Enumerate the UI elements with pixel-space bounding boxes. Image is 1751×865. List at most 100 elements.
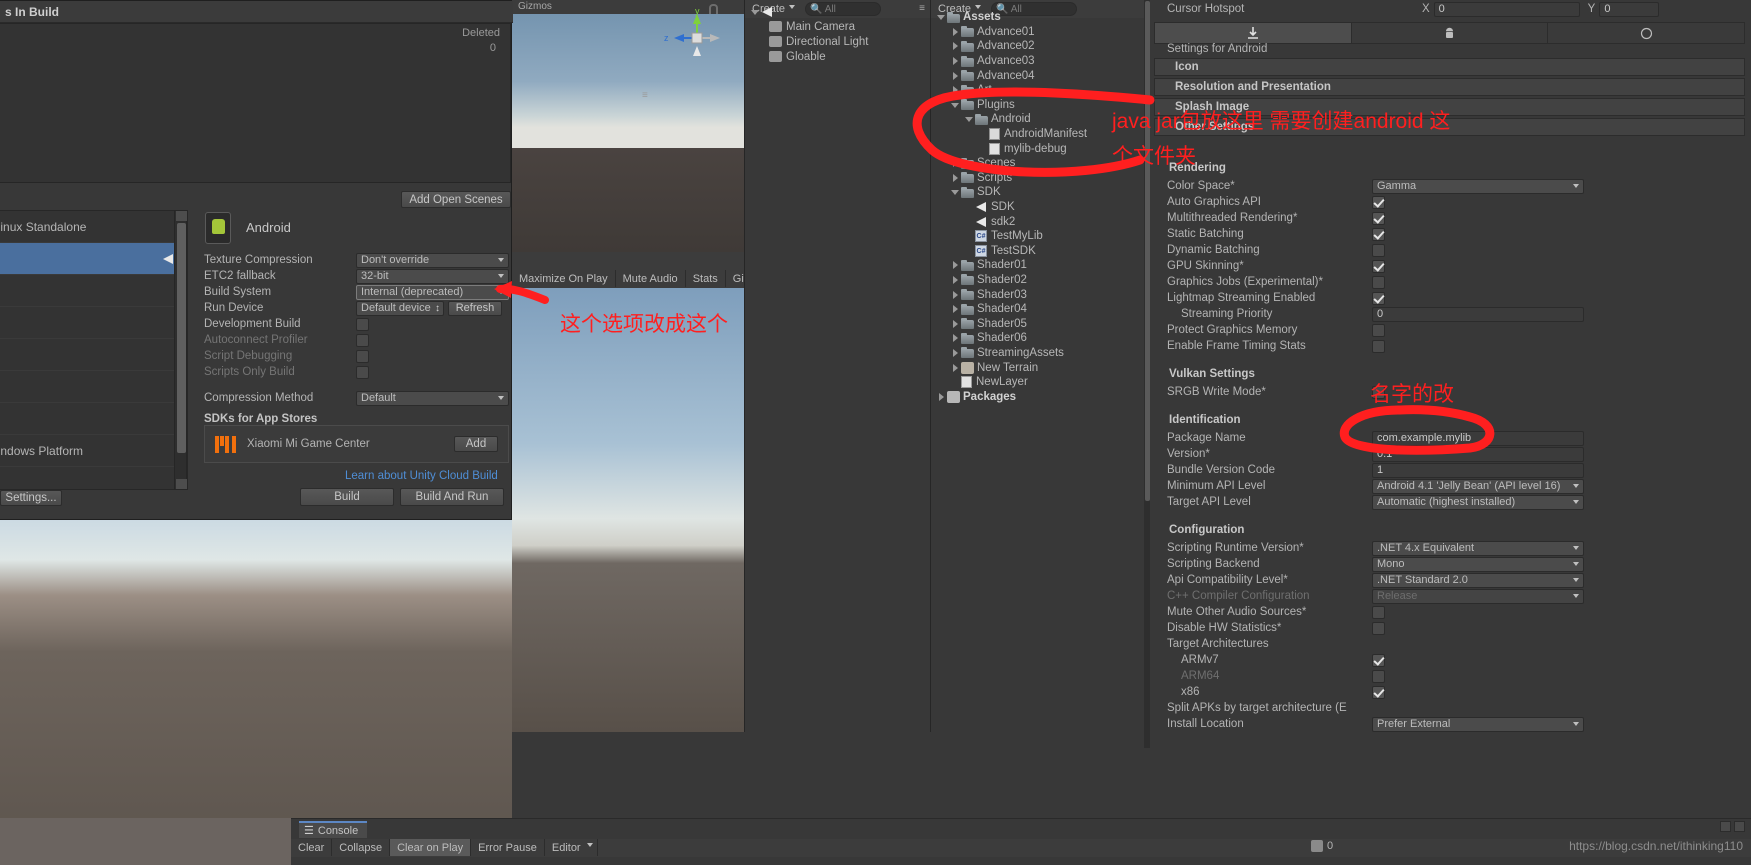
inspector-dropdown[interactable]: Automatic (highest installed) [1372,494,1584,510]
project-tree-item[interactable]: Scripts [933,171,1145,186]
inspector-text-input[interactable]: 0.1 [1372,446,1584,462]
scripts-only-build-checkbox[interactable] [356,365,369,379]
project-tree-item[interactable]: Shader05 [933,316,1145,331]
chevron-right-icon[interactable] [951,56,961,66]
project-tree-item[interactable]: SDK [933,200,1145,215]
game-maximize-on-play-button[interactable]: Maximize On Play [512,270,616,287]
game-view-tabbar[interactable] [512,252,744,270]
platform-tab-standalone[interactable] [1155,23,1352,43]
inspector-checkbox[interactable] [1372,275,1385,289]
scrollbar-thumb[interactable] [177,223,186,453]
texture-compression-dropdown[interactable]: Don't override [356,252,509,268]
platform-item-tvos[interactable]: vOS [0,339,187,371]
inspector-checkbox[interactable] [1372,669,1385,683]
lock-icon[interactable] [709,4,718,14]
hierarchy-search-input[interactable]: 🔍 All [805,2,882,16]
window-buttons[interactable] [1720,821,1745,832]
chevron-right-icon[interactable] [951,363,961,373]
game-view-toolbar[interactable]: Maximize On Play Mute Audio Stats Gizmos [512,270,786,288]
project-tree-item[interactable]: New Terrain [933,360,1145,375]
project-tree[interactable]: Assets Advance01 Advance02 Advance03 Advance… [933,10,1145,404]
sdk-list-box[interactable]: Xiaomi Mi Game Center Add [204,425,509,463]
console-error-pause-button[interactable]: Error Pause [471,839,545,856]
project-tree-item[interactable]: sdk2 [933,214,1145,229]
platform-item-uwp[interactable]: Universal Windows Platform [0,435,187,467]
close-button[interactable] [1734,821,1745,832]
cursor-hotspot-y-input[interactable]: 0 [1599,1,1660,17]
script-debugging-checkbox[interactable] [356,349,369,363]
chevron-right-icon[interactable] [951,41,961,51]
platform-item-android[interactable]: Android [0,243,187,275]
player-settings-button[interactable]: Settings... [0,490,62,506]
fold-resolution-presentation[interactable]: Resolution and Presentation [1154,78,1745,96]
hierarchy-item-gloable[interactable]: Gloable [745,49,930,64]
project-tree-item[interactable]: Advance01 [933,25,1145,40]
platform-tab-web[interactable] [1548,23,1744,43]
inspector-dropdown[interactable]: Android 4.1 'Jelly Bean' (API level 16) [1372,478,1584,494]
inspector-checkbox[interactable] [1372,339,1385,353]
platform-tab-android[interactable] [1352,23,1549,43]
hierarchy-item-directional-light[interactable]: Directional Light [745,34,930,49]
chevron-right-icon[interactable] [951,290,961,300]
chevron-right-icon[interactable] [951,71,961,81]
console-toolbar[interactable]: Clear Collapse Clear on Play Error Pause… [291,839,1751,857]
inspector-checkbox[interactable] [1372,653,1385,667]
development-build-checkbox[interactable] [356,317,369,331]
inspector-dropdown[interactable]: Gamma [1372,178,1584,194]
project-tree-item[interactable]: NewLayer [933,375,1145,390]
chevron-right-icon[interactable] [951,158,961,168]
project-tree-item[interactable]: Advance03 [933,54,1145,69]
chevron-right-icon[interactable] [951,319,961,329]
inspector-dropdown[interactable]: .NET Standard 2.0 [1372,572,1584,588]
inspector-dropdown[interactable]: Mono [1372,556,1584,572]
inspector-checkbox[interactable] [1372,323,1385,337]
chevron-right-icon[interactable] [951,173,961,183]
scrollbar-thumb[interactable] [1145,1,1150,501]
chevron-right-icon[interactable] [951,304,961,314]
scroll-up-arrow[interactable] [176,211,187,221]
project-tree-item[interactable]: Advance02 [933,39,1145,54]
console-editor-button[interactable]: Editor [544,839,598,856]
inspector-text-input[interactable]: com.example.mylib [1372,430,1584,446]
fold-icon-section[interactable]: Icon [1154,58,1745,76]
console-clear-on-play-button[interactable]: Clear on Play [390,839,472,856]
project-tree-item[interactable]: C# TestMyLib [933,229,1145,244]
chevron-right-icon[interactable] [951,85,961,95]
platform-item-webgl[interactable]: WebGL [0,275,187,307]
console-clear-button[interactable]: Clear [291,839,333,856]
project-tree-item[interactable]: Art [933,83,1145,98]
scene-gizmo-axis[interactable]: y z [662,8,732,68]
project-tree-item[interactable]: C# TestSDK [933,244,1145,259]
project-tree-item[interactable]: Shader01 [933,258,1145,273]
inspector-checkbox[interactable] [1372,259,1385,273]
project-tree-item[interactable]: Shader03 [933,287,1145,302]
build-button[interactable]: Build [300,488,394,506]
game-stats-button[interactable]: Stats [685,270,726,287]
chevron-down-icon[interactable] [751,7,761,17]
project-tree-item[interactable]: SDK [933,185,1145,200]
console-panel[interactable]: ☰ Console Clear Collapse Clear on Play E… [291,818,1751,865]
chevron-right-icon[interactable] [951,27,961,37]
console-error-counter[interactable]: 0 [1311,840,1333,852]
chevron-down-icon[interactable] [951,100,961,110]
autoconnect-profiler-checkbox[interactable] [356,333,369,347]
inspector-text-input[interactable]: 1 [1372,462,1584,478]
inspector-checkbox[interactable] [1372,605,1385,619]
platform-item-ios[interactable]: OS [0,307,187,339]
unity-cloud-build-link[interactable]: Learn about Unity Cloud Build [345,470,498,482]
project-tree-item[interactable]: Assets [933,10,1145,25]
build-system-dropdown[interactable]: Internal (deprecated) [356,284,509,300]
platform-item-standalone[interactable]: PC, Mac & Linux Standalone [0,211,187,243]
project-tree-item[interactable]: Shader04 [933,302,1145,317]
inspector-dropdown[interactable]: Release [1372,588,1584,604]
chevron-down-icon[interactable] [951,187,961,197]
inspector-dropdown[interactable]: Prefer External [1372,716,1584,732]
platform-item-ps4[interactable]: PS4 [0,403,187,435]
build-and-run-button[interactable]: Build And Run [400,488,504,506]
hierarchy-item-main-camera[interactable]: Main Camera [745,19,930,34]
chevron-right-icon[interactable] [951,333,961,343]
platform-list-scrollbar[interactable] [174,210,187,490]
inspector-platform-tabs[interactable] [1154,22,1745,44]
inspector-checkbox[interactable] [1372,621,1385,635]
inspector-text-input[interactable]: 0 [1372,306,1584,322]
